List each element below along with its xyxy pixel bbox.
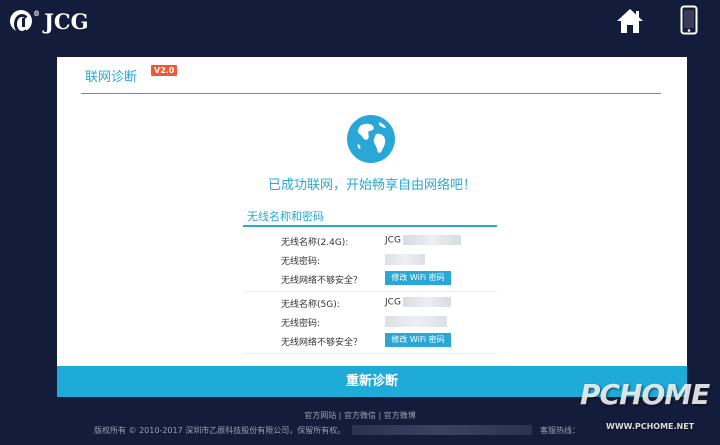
section-divider — [243, 225, 497, 227]
logo-mark-icon — [10, 10, 32, 34]
jcg-logo[interactable]: ® JCG — [10, 8, 89, 34]
network-diagnosis-card: 联网诊断 V2.0 已成功联网，开始畅享自由网络吧！ 无线名称和密码 无线名称(… — [57, 57, 687, 397]
modify-wifi-password-button-5g[interactable]: 修改 WiFi 密码 — [385, 333, 451, 347]
wifi-5g-insecure-label: 无线网络不够安全？ — [281, 338, 363, 348]
wifi-5g-name-value: JCG — [385, 297, 451, 308]
footer-link-website[interactable]: 官方网站 — [304, 411, 336, 420]
globe-icon — [347, 115, 395, 163]
wifi-5g-password-label: 无线密码: — [281, 319, 321, 329]
wifi-24g-insecure-label: 无线网络不够安全？ — [281, 276, 363, 286]
top-bar: ® JCG — [0, 0, 720, 44]
registered-mark: ® — [33, 8, 40, 18]
redacted-password — [385, 316, 447, 327]
card-title: 联网诊断 — [85, 70, 138, 85]
footer-hotline: 客服热线： — [540, 426, 580, 435]
footer-link-wechat[interactable]: 官方微信 — [344, 411, 376, 420]
redacted-ssid — [402, 235, 461, 245]
logo-text: JCG — [44, 8, 89, 34]
list-bottom-divider — [243, 353, 497, 354]
version-badge: V2.0 — [151, 65, 178, 76]
pchome-watermark-url: WWW.PCHOME.NET — [606, 422, 695, 431]
card-header: 联网诊断 V2.0 — [81, 57, 661, 94]
wifi-24g-name-label: 无线名称(2.4G): — [281, 238, 349, 248]
mobile-phone-icon[interactable] — [680, 5, 698, 35]
redacted-ssid — [402, 297, 451, 307]
success-message: 已成功联网，开始畅享自由网络吧！ — [267, 178, 476, 193]
wifi-24g-password-label: 无线密码: — [281, 257, 321, 267]
footer-copyright: 版权所有 © 2010-2017 深圳市乙辰科技股份有限公司，保留所有权。 — [94, 426, 346, 435]
wifi-5g-name-label: 无线名称(5G): — [281, 300, 340, 310]
footer-separator: | — [378, 411, 382, 420]
footer-links: 官方网站 | 官方微信 | 官方微博 — [0, 410, 720, 421]
section-title: 无线名称和密码 — [247, 210, 324, 223]
footer-separator: | — [338, 411, 342, 420]
home-icon[interactable] — [615, 6, 645, 36]
redacted-footer-info — [352, 425, 532, 435]
redacted-password — [385, 254, 425, 265]
pchome-watermark: PCHOME — [580, 378, 710, 411]
wifi-5g-name-text: JCG — [385, 297, 401, 308]
wifi-24g-name-value: JCG — [385, 235, 461, 246]
band-divider — [243, 291, 497, 292]
footer-link-weibo[interactable]: 官方微博 — [384, 411, 416, 420]
wifi-24g-name-text: JCG — [385, 235, 401, 246]
modify-wifi-password-button-24g[interactable]: 修改 WiFi 密码 — [385, 271, 451, 285]
